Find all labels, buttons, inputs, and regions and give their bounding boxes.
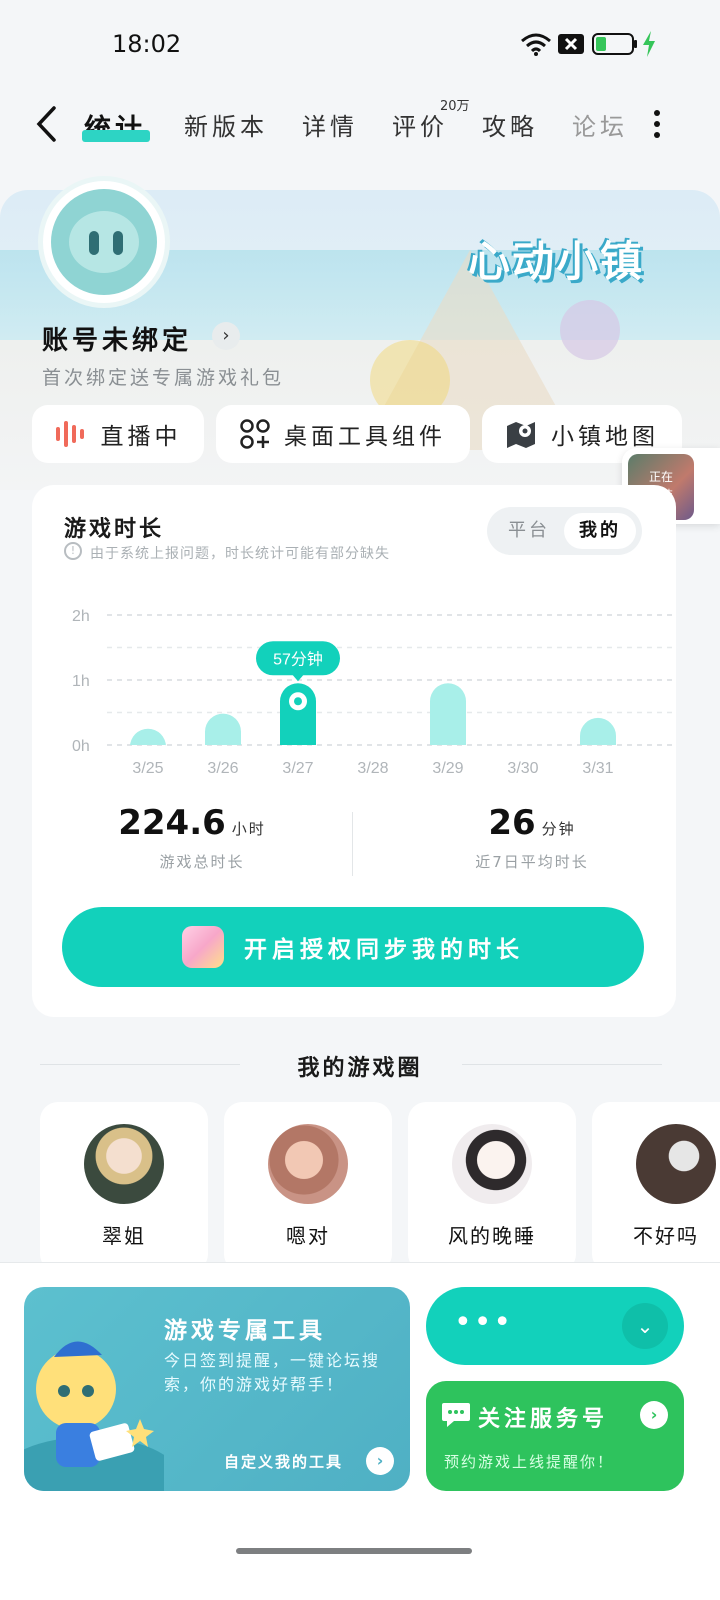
bar xyxy=(205,713,241,745)
friend-card[interactable]: 嗯对 xyxy=(224,1102,392,1272)
x-tick-label: 3/27 xyxy=(282,760,313,777)
total-unit: 小时 xyxy=(231,820,266,838)
account-name[interactable]: 账号未绑定 xyxy=(42,320,192,357)
widgets-icon xyxy=(240,419,270,449)
playtime-title: 游戏时长 xyxy=(64,517,165,542)
live-icon xyxy=(55,421,84,447)
follow-title: 关注服务号 xyxy=(478,1407,609,1432)
tools-title: 游戏专属工具 xyxy=(164,1318,326,1344)
friend-name: 翠姐 xyxy=(102,1224,146,1248)
avg-stat: 26 分钟 xyxy=(352,803,712,843)
y-tick-label: 1h xyxy=(72,673,90,690)
avatar-eye-right xyxy=(113,231,123,255)
playtime-note: 由于系统上报问题，时长统计可能有部分缺失 xyxy=(90,546,390,562)
x-tick-label: 3/30 xyxy=(507,760,538,777)
y-tick-label: 2h xyxy=(72,608,90,625)
avatar-bg xyxy=(51,189,157,295)
bar-marker-dot xyxy=(294,697,302,706)
widgets-button[interactable]: 桌面工具组件 xyxy=(216,405,470,463)
customize-tools-link[interactable]: 自定义我的工具 xyxy=(224,1451,343,1472)
banner-decor xyxy=(560,300,620,360)
home-indicator[interactable] xyxy=(236,1548,472,1554)
section-title: 我的游戏圈 xyxy=(297,1056,423,1081)
wechat-icon xyxy=(442,1403,470,1427)
segment-platform[interactable]: 平台 xyxy=(493,513,565,549)
map-label: 小镇地图 xyxy=(551,424,659,450)
more-menu-icon[interactable] xyxy=(652,109,662,139)
battery-icon xyxy=(592,33,637,55)
friend-name: 风的晚睡 xyxy=(448,1224,536,1248)
friend-avatar xyxy=(268,1124,348,1204)
bar xyxy=(580,717,616,745)
info-icon: ! xyxy=(64,542,82,560)
tab-forum[interactable]: 论坛 xyxy=(572,107,628,142)
playtime-card: 游戏时长 ! 由于系统上报问题，时长统计可能有部分缺失 平台 我的 0h 1h 2h… xyxy=(32,485,676,1017)
back-icon[interactable] xyxy=(34,105,58,143)
tab-new-version[interactable]: 新版本 xyxy=(184,107,268,142)
status-time: 18:02 xyxy=(112,30,182,58)
avg-unit: 分钟 xyxy=(541,820,576,838)
more-dots-icon: ••• xyxy=(454,1305,514,1340)
chevron-down-icon[interactable]: ⌄ xyxy=(622,1303,668,1349)
total-stat: 224.6 小时 xyxy=(32,803,352,843)
friend-avatar xyxy=(452,1124,532,1204)
active-tab-indicator xyxy=(82,130,150,142)
avatar[interactable] xyxy=(38,176,170,308)
status-bar: 18:02 xyxy=(0,0,720,90)
arrow-right-icon[interactable]: › xyxy=(366,1447,394,1475)
follow-service-card[interactable]: 关注服务号 预约游戏上线提醒你！ › xyxy=(426,1381,684,1491)
bar xyxy=(130,728,166,747)
avg-label: 近7日平均时长 xyxy=(475,853,589,871)
friend-card[interactable]: 翠姐 xyxy=(40,1102,208,1272)
tools-description: 今日签到提醒，一键论坛搜索，你的游戏好帮手！ xyxy=(164,1351,381,1394)
avatar-face xyxy=(69,211,139,273)
wifi-icon xyxy=(521,33,551,56)
charging-icon xyxy=(643,31,655,57)
y-tick-label: 0h xyxy=(72,738,90,755)
tab-guides[interactable]: 攻略 xyxy=(482,107,538,142)
sync-playtime-button[interactable]: 开启授权同步我的时长 xyxy=(62,907,644,987)
x-tick-label: 3/26 xyxy=(207,760,238,777)
arrow-right-icon[interactable]: › xyxy=(640,1401,668,1429)
friend-name: 不好吗 xyxy=(633,1224,699,1248)
friend-card[interactable]: 不好吗 xyxy=(592,1102,720,1272)
follow-description: 预约游戏上线提醒你！ xyxy=(444,1453,615,1471)
x-tick-label: 3/31 xyxy=(582,760,613,777)
tooltip-pointer xyxy=(292,674,304,682)
avatar-eye-left xyxy=(89,231,99,255)
chevron-right-icon[interactable]: › xyxy=(212,322,240,350)
live-button[interactable]: 直播中 xyxy=(32,405,204,463)
total-label: 游戏总时长 xyxy=(159,853,245,871)
game-tools-card[interactable]: 游戏专属工具 今日签到提醒，一键论坛搜索，你的游戏好帮手！ 自定义我的工具 › xyxy=(24,1287,410,1491)
top-nav: 统计 新版本 详情 评价 20万 攻略 论坛 xyxy=(0,95,720,155)
friend-name: 嗯对 xyxy=(286,1224,330,1248)
friend-avatar xyxy=(636,1124,716,1204)
review-count-badge: 20万 xyxy=(440,99,470,114)
friend-avatar xyxy=(84,1124,164,1204)
x-tick-label: 3/29 xyxy=(432,760,463,777)
tab-details[interactable]: 详情 xyxy=(302,107,358,142)
game-logo: 心动小镇 xyxy=(468,237,645,286)
mascot-illustration xyxy=(24,1341,164,1491)
x-tick-label: 3/25 xyxy=(132,760,163,777)
widgets-label: 桌面工具组件 xyxy=(284,424,446,450)
game-icon xyxy=(182,926,224,968)
x-tick-label: 3/28 xyxy=(357,760,388,777)
map-icon xyxy=(507,422,535,448)
data-label: 57分钟 xyxy=(273,650,323,668)
playtime-chart: 0h 1h 2h 3/25 3/26 57分钟 3/27 3/28 3/29 3/30 3/31 xyxy=(72,608,672,777)
sync-playtime-label: 开启授权同步我的时长 xyxy=(244,937,524,963)
more-actions-button[interactable]: ••• ⌄ xyxy=(426,1287,684,1365)
segment-toggle: 平台 我的 xyxy=(487,507,642,555)
friend-card[interactable]: 风的晚睡 xyxy=(408,1102,576,1272)
segment-mine[interactable]: 我的 xyxy=(564,513,636,549)
sim-off-icon xyxy=(558,34,584,54)
avg-value: 26 xyxy=(488,803,536,843)
live-label: 直播中 xyxy=(100,424,182,450)
bar xyxy=(430,683,466,745)
total-value: 224.6 xyxy=(118,803,226,843)
account-subtitle: 首次绑定送专属游戏礼包 xyxy=(42,367,285,389)
